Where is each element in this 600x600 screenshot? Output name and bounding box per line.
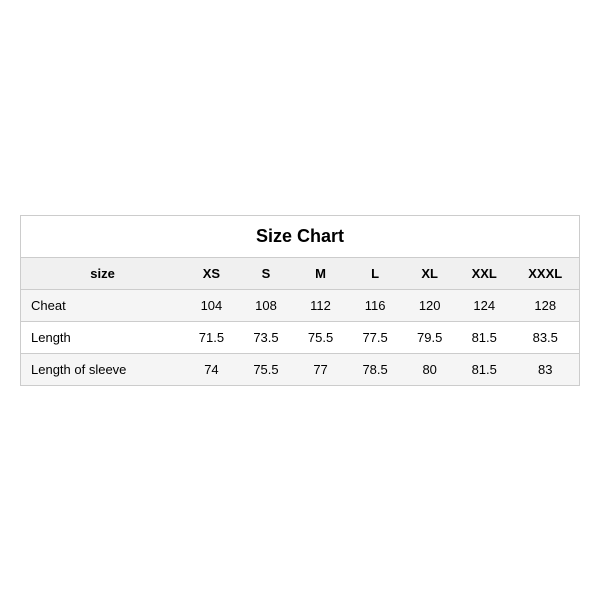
cell-value: 74 [184, 353, 239, 385]
table-row: Length of sleeve7475.57778.58081.583 [21, 353, 580, 385]
header-xxl: XXL [457, 257, 512, 289]
header-s: S [239, 257, 294, 289]
row-label: Length [21, 321, 185, 353]
cell-value: 78.5 [348, 353, 403, 385]
cell-value: 112 [293, 289, 348, 321]
cell-value: 79.5 [402, 321, 457, 353]
cell-value: 116 [348, 289, 403, 321]
chart-title: Size Chart [21, 215, 580, 257]
header-m: M [293, 257, 348, 289]
row-label: Length of sleeve [21, 353, 185, 385]
row-label: Cheat [21, 289, 185, 321]
cell-value: 77 [293, 353, 348, 385]
header-xxxl: XXXL [512, 257, 580, 289]
cell-value: 124 [457, 289, 512, 321]
cell-value: 83 [512, 353, 580, 385]
table-row: Cheat104108112116120124128 [21, 289, 580, 321]
cell-value: 120 [402, 289, 457, 321]
table-body: Cheat104108112116120124128Length71.573.5… [21, 289, 580, 385]
header-xs: XS [184, 257, 239, 289]
title-row: Size Chart [21, 215, 580, 257]
cell-value: 81.5 [457, 353, 512, 385]
cell-value: 71.5 [184, 321, 239, 353]
header-row: size XS S M L XL XXL XXXL [21, 257, 580, 289]
size-chart-table: Size Chart size XS S M L XL XXL XXXL Che… [20, 215, 580, 386]
cell-value: 75.5 [239, 353, 294, 385]
cell-value: 75.5 [293, 321, 348, 353]
cell-value: 81.5 [457, 321, 512, 353]
cell-value: 83.5 [512, 321, 580, 353]
cell-value: 128 [512, 289, 580, 321]
table-row: Length71.573.575.577.579.581.583.5 [21, 321, 580, 353]
header-size: size [21, 257, 185, 289]
cell-value: 104 [184, 289, 239, 321]
header-xl: XL [402, 257, 457, 289]
cell-value: 80 [402, 353, 457, 385]
cell-value: 73.5 [239, 321, 294, 353]
header-l: L [348, 257, 403, 289]
size-chart-container: Size Chart size XS S M L XL XXL XXXL Che… [20, 215, 580, 386]
cell-value: 77.5 [348, 321, 403, 353]
cell-value: 108 [239, 289, 294, 321]
